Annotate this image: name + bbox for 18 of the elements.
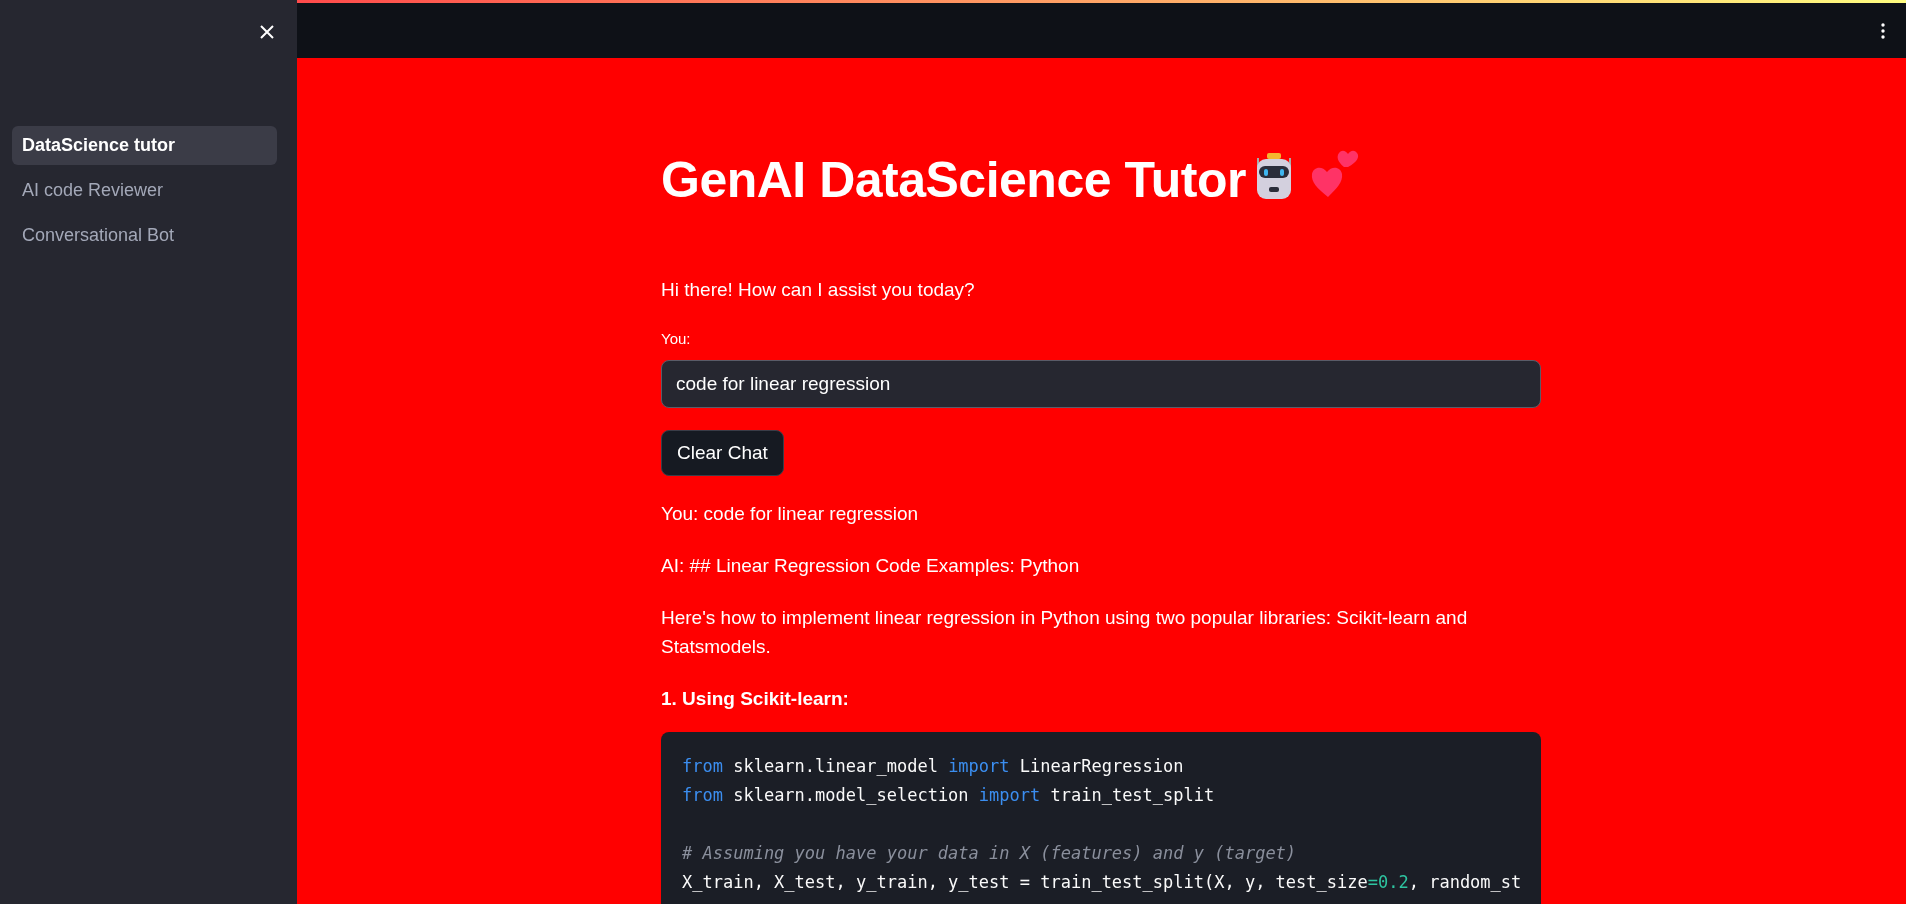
clear-chat-button[interactable]: Clear Chat <box>661 430 784 476</box>
close-icon[interactable] <box>259 24 275 40</box>
page-title: GenAI DataScience Tutor <box>661 151 1246 210</box>
sidebar-item[interactable]: DataScience tutor <box>12 126 277 165</box>
greeting-text: Hi there! How can I assist you today? <box>661 278 976 302</box>
code-line: X_train, X_test, y_train, y_test = train_test_split(X, y, test_size=0.2, random_st <box>682 871 1523 894</box>
message-text: Here's how to implement linear regression in Python using two popular libraries: Scikit-learn and Statsmodels. <box>661 606 1469 659</box>
menu-icon[interactable] <box>1881 22 1885 39</box>
field-label: You: <box>661 329 692 349</box>
message-text: You: code for linear regression <box>661 502 919 526</box>
code-line: # Assuming you have your data in X (features) and y (target) <box>682 842 1298 865</box>
code-line: from sklearn.linear_model import LinearRegression <box>682 755 1185 778</box>
message-heading: 1. Using Scikit-learn: <box>661 687 850 711</box>
chat-input-field[interactable]: code for linear regression <box>661 360 1541 408</box>
sidebar-item[interactable]: Conversational Bot <box>12 216 277 255</box>
sidebar-item[interactable]: AI code Reviewer <box>12 171 277 210</box>
message-text: AI: ## Linear Regression Code Examples: Python <box>661 554 1081 578</box>
code-line: from sklearn.model_selection import train_test_split <box>682 784 1216 807</box>
